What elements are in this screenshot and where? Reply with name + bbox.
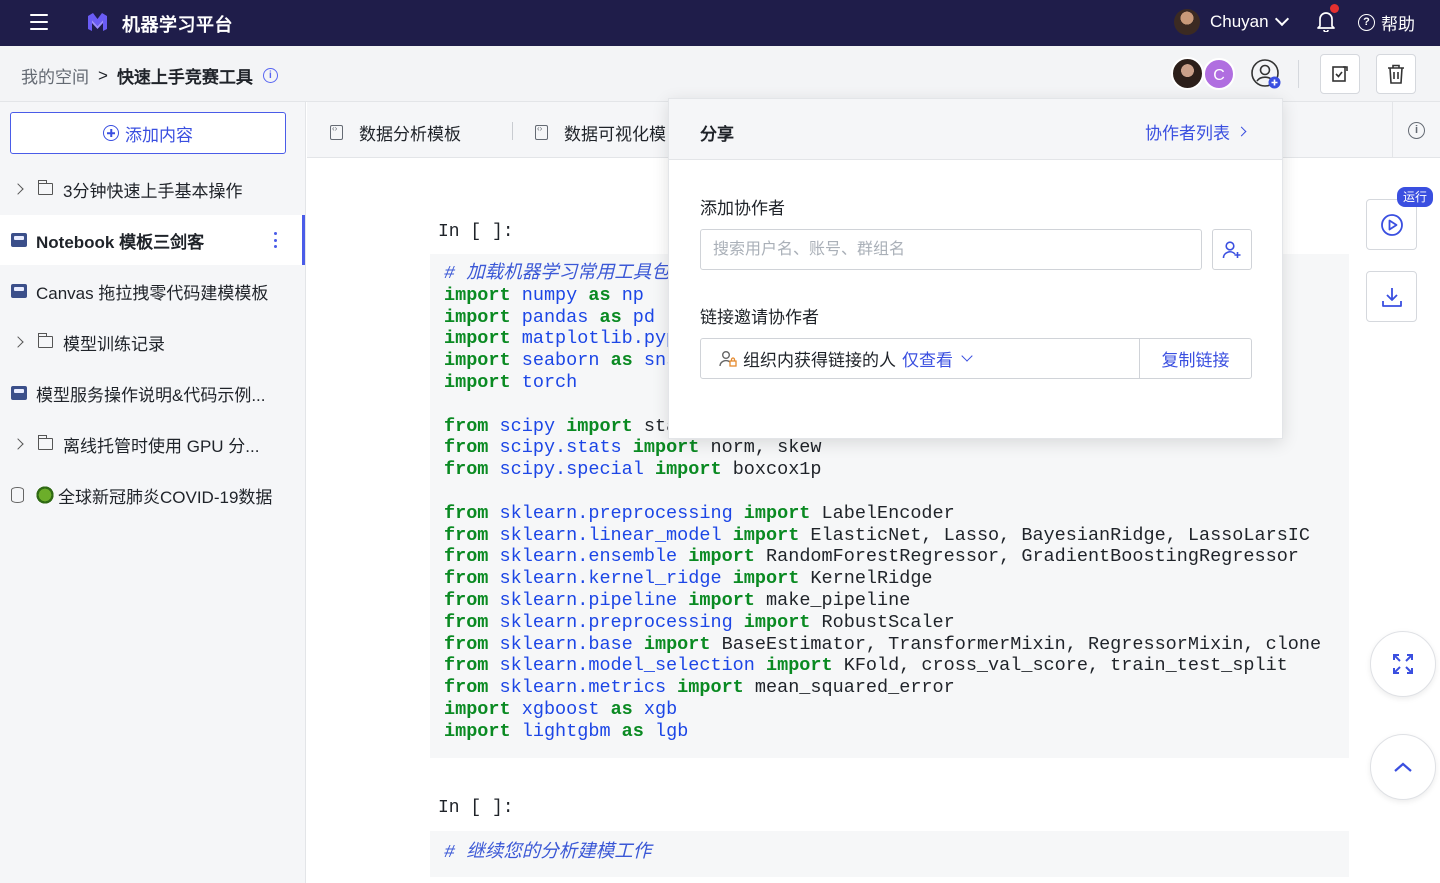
user-lock-icon (719, 350, 737, 367)
notebook-icon (11, 386, 27, 400)
share-title: 分享 (700, 125, 734, 144)
file-code-icon (535, 124, 548, 140)
tab-data-visualization[interactable]: 数据可视化模 (535, 120, 666, 145)
toolbar-divider (1298, 60, 1299, 88)
download-button[interactable] (1366, 271, 1417, 322)
run-badge: 运行 (1397, 187, 1434, 207)
info-icon: i (1408, 121, 1425, 139)
sidebar-item-notebook[interactable]: Canvas 拖拉拽零代码建模模板 (0, 266, 305, 316)
help-link[interactable]: ? 帮助 (1358, 10, 1415, 35)
sidebar-item-label: 全球新冠肺炎COVID-19数据 (58, 487, 273, 507)
sidebar-item-folder[interactable]: 离线托管时使用 GPU 分... (0, 419, 305, 469)
sidebar-item-folder[interactable]: 模型训练记录 (0, 317, 305, 367)
sidebar-item-label: Canvas 拖拉拽零代码建模模板 (36, 283, 269, 303)
chevron-down-icon (1274, 11, 1289, 27)
folder-icon (38, 333, 53, 348)
collaborator-list-label: 协作者列表 (1145, 124, 1230, 143)
breadcrumb-root[interactable]: 我的空间 (21, 63, 89, 88)
copy-link-button[interactable]: 复制链接 (1140, 339, 1251, 378)
plus-circle-icon (103, 125, 119, 141)
collaborator-avatar[interactable] (1171, 57, 1204, 90)
cell-prompt: In [ ]: (438, 798, 514, 818)
edit-notes-icon (1332, 66, 1348, 82)
sidebar-item-notebook[interactable]: Notebook 模板三剑客 (0, 215, 305, 265)
breadcrumb: 我的空间 > 快速上手竞赛工具 i (21, 63, 278, 88)
logo-icon (88, 13, 107, 31)
collaborator-avatar[interactable]: C (1203, 58, 1235, 90)
tab-info-button[interactable]: i (1392, 102, 1440, 158)
user-menu[interactable]: Chuyan (1174, 8, 1289, 36)
add-user-icon (1222, 240, 1241, 258)
share-collaborator-icon[interactable] (1248, 56, 1284, 92)
chevron-right-icon (1236, 126, 1247, 137)
fullscreen-button[interactable] (1370, 631, 1436, 697)
link-share-row: 组织内获得链接的人 仅查看 复制链接 (700, 338, 1252, 379)
download-icon (1381, 287, 1402, 307)
expand-icon (1393, 654, 1413, 674)
virus-icon (34, 484, 56, 506)
chevron-right-icon[interactable] (12, 438, 24, 450)
user-avatar (1174, 9, 1200, 35)
file-code-icon (330, 124, 343, 140)
link-scope: 组织内获得链接的人 (743, 351, 896, 370)
chevron-right-icon[interactable] (12, 183, 24, 195)
sidebar-item-label: 模型训练记录 (63, 334, 165, 354)
chevron-right-icon[interactable] (12, 336, 24, 348)
tab-divider (512, 122, 513, 140)
sidebar-item-notebook[interactable]: 模型服务操作说明&代码示例... (0, 368, 305, 418)
more-options-icon[interactable] (274, 232, 278, 248)
breadcrumb-bar: 我的空间 > 快速上手竞赛工具 i C (0, 46, 1440, 102)
tab-label: 数据分析模板 (359, 125, 461, 144)
app-title: 机器学习平台 (122, 15, 233, 35)
bell-icon[interactable] (1316, 10, 1336, 32)
play-circle-icon (1380, 213, 1403, 236)
notification-dot (1330, 4, 1339, 13)
add-content-button[interactable]: 添加内容 (10, 112, 286, 154)
notebook-icon (11, 233, 27, 247)
user-name: Chuyan (1210, 12, 1269, 31)
tab-data-analysis[interactable]: 数据分析模板 (330, 120, 461, 145)
top-navbar: 机器学习平台 Chuyan ? 帮助 (0, 0, 1440, 46)
help-label: 帮助 (1381, 15, 1415, 34)
sidebar-item-dataset[interactable]: 全球新冠肺炎COVID-19数据 (0, 470, 305, 520)
chevron-down-icon (961, 350, 973, 362)
scroll-top-button[interactable] (1370, 734, 1436, 800)
add-content-label: 添加内容 (125, 125, 193, 145)
chevron-up-icon (1394, 762, 1412, 772)
add-user-button[interactable] (1212, 229, 1252, 270)
sidebar: 添加内容 3分钟快速上手基本操作 Notebook 模板三剑客 Canvas 拖… (0, 102, 306, 883)
menu-icon[interactable] (30, 14, 48, 30)
dataset-icon (11, 487, 24, 503)
code-comment: # 继续您的分析建模工作 (444, 842, 652, 863)
info-icon[interactable]: i (262, 68, 278, 83)
link-permission-select[interactable]: 组织内获得链接的人 仅查看 (701, 339, 1140, 378)
add-collaborator-label: 添加协作者 (700, 199, 785, 218)
share-popover: 分享 协作者列表 添加协作者 链接邀请协作者 组织内获得链接的人 仅查看 复制链… (668, 98, 1283, 439)
tab-label: 数据可视化模 (564, 125, 666, 144)
notebook-icon (11, 284, 27, 298)
invite-link-label: 链接邀请协作者 (700, 308, 819, 327)
collaborator-list-link[interactable]: 协作者列表 (1145, 119, 1247, 144)
cell-prompt: In [ ]: (438, 222, 514, 242)
sidebar-item-label: 3分钟快速上手基本操作 (63, 181, 243, 201)
sidebar-item-folder[interactable]: 3分钟快速上手基本操作 (0, 164, 305, 214)
folder-icon (38, 180, 53, 195)
share-popover-header: 分享 协作者列表 (669, 99, 1282, 160)
sidebar-item-label: 离线托管时使用 GPU 分... (63, 436, 260, 456)
delete-button[interactable] (1376, 54, 1416, 94)
sidebar-item-label: 模型服务操作说明&代码示例... (36, 385, 266, 405)
breadcrumb-current: 快速上手竞赛工具 (116, 68, 253, 87)
link-permission-level: 仅查看 (902, 351, 953, 370)
sidebar-item-label: Notebook 模板三剑客 (36, 232, 205, 252)
collaborator-search-input[interactable] (700, 229, 1202, 270)
trash-icon (1388, 64, 1404, 84)
help-icon: ? (1358, 14, 1375, 31)
code-cell[interactable]: # 继续您的分析建模工作 (430, 831, 1349, 877)
breadcrumb-separator: > (98, 65, 108, 85)
edit-notes-button[interactable] (1320, 54, 1360, 94)
folder-icon (38, 435, 53, 450)
